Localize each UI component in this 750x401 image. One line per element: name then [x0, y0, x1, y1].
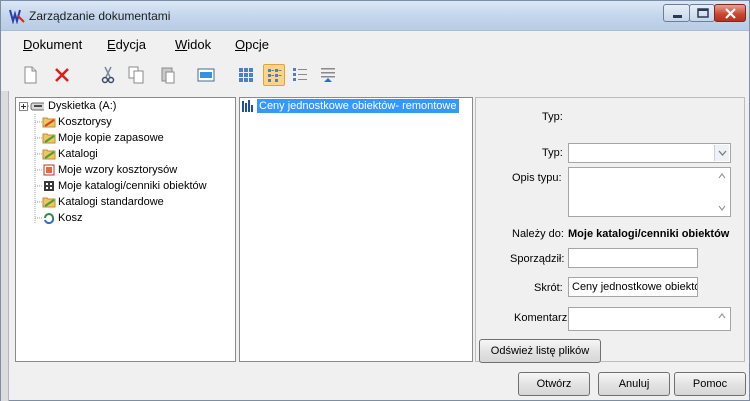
- paste-icon: [161, 67, 175, 84]
- expand-plus-icon[interactable]: [19, 102, 28, 111]
- tree-item-wzory-kosztorysow[interactable]: Moje wzory kosztorysów: [16, 163, 216, 179]
- folder-icon: [42, 149, 56, 160]
- tree-item-kosz[interactable]: Kosz: [16, 211, 216, 227]
- tree-item-label: Moje katalogi/cenniki obiektów: [58, 180, 207, 192]
- list-view-button[interactable]: [289, 64, 311, 86]
- help-button[interactable]: Pomoc: [674, 372, 746, 396]
- small-icons-view-button[interactable]: [263, 64, 285, 86]
- cancel-button[interactable]: Anuluj: [598, 372, 670, 396]
- cut-icon: [101, 66, 115, 84]
- tree-item-katalogi-standardowe[interactable]: Katalogi standardowe: [16, 195, 216, 211]
- tree-item-label: Katalogi standardowe: [58, 196, 164, 208]
- combo-dropdown-button[interactable]: [714, 145, 729, 161]
- document-manager-window: Zarządzanie dokumentami Dokument Edycja …: [0, 0, 750, 401]
- recycle-bin-icon: [44, 213, 55, 224]
- abbreviation-field[interactable]: Ceny jednostkowe obiektów: [568, 277, 698, 297]
- type-description-textarea[interactable]: [568, 167, 731, 217]
- open-button[interactable]: Otwórz: [518, 372, 590, 396]
- belongs-to-value: Moje katalogi/cenniki obiektów: [568, 228, 730, 240]
- copy-icon: [128, 66, 144, 84]
- catalog-file-icon: [242, 100, 253, 112]
- new-icon: [24, 66, 37, 84]
- menu-edycja[interactable]: Edycja: [107, 37, 146, 52]
- comment-field[interactable]: [568, 307, 731, 331]
- template-icon: [43, 164, 55, 176]
- list-view-icon: [293, 68, 307, 81]
- abbreviation-value: Ceny jednostkowe obiektów: [572, 281, 698, 293]
- window-title: Zarządzanie dokumentami: [29, 9, 171, 23]
- floppy-drive-icon: [30, 102, 44, 111]
- scroll-up-icon[interactable]: [715, 169, 729, 183]
- menu-opcje[interactable]: Opcje: [235, 37, 269, 52]
- open-button-label: Otwórz: [536, 378, 572, 390]
- maximize-icon: [697, 8, 709, 18]
- chevron-down-icon: [718, 150, 727, 156]
- tree-item-floppy[interactable]: Dyskietka (A:): [16, 99, 216, 115]
- refresh-file-list-button[interactable]: Odśwież listę plików: [479, 339, 601, 363]
- scroll-down-icon[interactable]: [715, 201, 729, 215]
- refresh-button-label: Odśwież listę plików: [490, 345, 590, 357]
- comment-label: Komentarz:: [514, 312, 571, 324]
- minimize-button[interactable]: [663, 4, 690, 22]
- scroll-up-icon[interactable]: [715, 309, 729, 323]
- type-header-label: Typ:: [542, 111, 563, 123]
- belongs-to-label: Należy do:: [512, 228, 564, 240]
- close-icon: [725, 8, 736, 19]
- large-icons-view-icon: [239, 68, 253, 82]
- title-bar[interactable]: Zarządzanie dokumentami: [1, 1, 749, 31]
- new-button[interactable]: [19, 64, 41, 86]
- tree-item-katalogi[interactable]: Katalogi: [16, 147, 216, 163]
- app-logo-icon: [9, 9, 25, 24]
- copy-button[interactable]: [125, 64, 147, 86]
- close-button[interactable]: [714, 4, 746, 22]
- folder-icon: [42, 133, 56, 144]
- help-button-label: Pomoc: [692, 378, 728, 390]
- tree-item-label: Moje wzory kosztorysów: [58, 164, 178, 176]
- tree-item-kopie-zapasowe[interactable]: Moje kopie zapasowe: [16, 131, 216, 147]
- folder-icon: [42, 117, 56, 128]
- menu-widok[interactable]: Widok: [175, 37, 211, 52]
- catalog-icon: [44, 181, 54, 191]
- tree-item-moje-katalogi-cenniki[interactable]: Moje katalogi/cenniki obiektów: [16, 179, 226, 195]
- list-item[interactable]: Ceny jednostkowe obiektów- remontowe: [240, 99, 459, 114]
- type-description-label: Opis typu:: [512, 172, 562, 184]
- tree-item-label: Dyskietka (A:): [48, 100, 117, 112]
- toolbar: [11, 61, 411, 89]
- file-list[interactable]: Ceny jednostkowe obiektów- remontowe: [239, 97, 473, 362]
- tree-item-label: Kosz: [58, 212, 83, 224]
- properties-panel: Typ: Typ: Opis typu: Należy do: Moje kat…: [475, 97, 745, 363]
- properties-icon: [197, 68, 215, 82]
- large-icons-view-button[interactable]: [235, 64, 257, 86]
- type-combobox[interactable]: [568, 143, 731, 163]
- tree-item-kosztorysy[interactable]: Kosztorysy: [16, 115, 216, 131]
- properties-button[interactable]: [195, 64, 217, 86]
- tree-item-label: Kosztorysy: [58, 116, 112, 128]
- folder-tree[interactable]: Dyskietka (A:) Kosztorysy Moje kopie zap…: [15, 97, 236, 362]
- minimize-icon: [673, 15, 682, 18]
- menu-dokument[interactable]: Dokument: [23, 37, 82, 52]
- delete-button[interactable]: [51, 64, 73, 86]
- list-item-label: Ceny jednostkowe obiektów- remontowe: [257, 99, 459, 113]
- author-field[interactable]: [568, 248, 698, 268]
- paste-button[interactable]: [157, 64, 179, 86]
- details-view-button[interactable]: [317, 64, 339, 86]
- window-left-frame: [1, 91, 9, 401]
- details-view-icon: [321, 68, 335, 82]
- menu-bar: Dokument Edycja Widok Opcje: [9, 34, 745, 54]
- folder-icon: [42, 197, 56, 208]
- small-icons-view-icon: [268, 69, 282, 82]
- maximize-button[interactable]: [689, 4, 715, 22]
- tree-item-label: Katalogi: [58, 148, 98, 160]
- cut-button[interactable]: [97, 64, 119, 86]
- delete-icon: [55, 68, 69, 82]
- author-label: Sporządził:: [510, 253, 565, 265]
- abbreviation-label: Skrót:: [534, 282, 563, 294]
- type-label: Typ:: [542, 147, 563, 159]
- tree-item-label: Moje kopie zapasowe: [58, 132, 164, 144]
- cancel-button-label: Anuluj: [618, 378, 650, 390]
